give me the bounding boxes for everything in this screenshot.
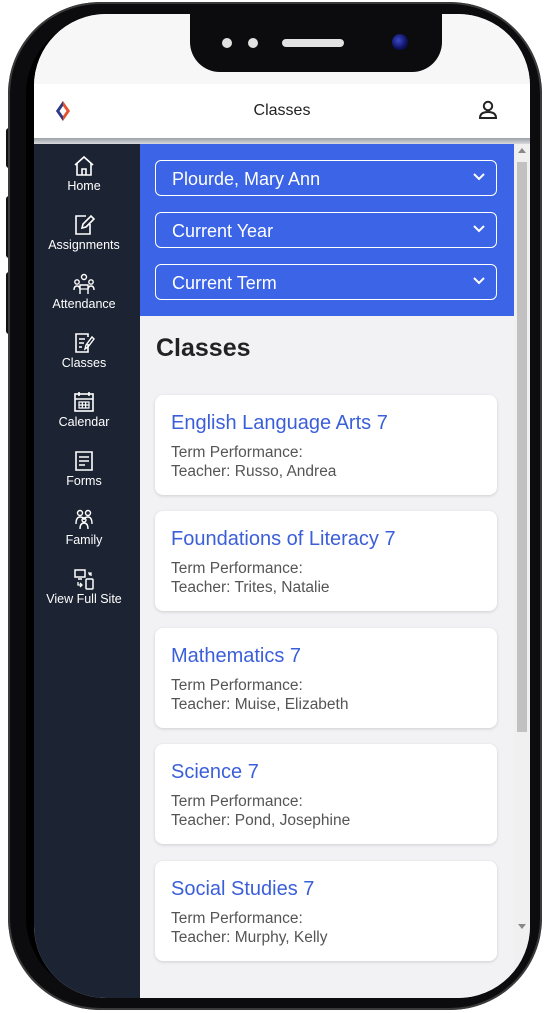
sidebar-item-attendance[interactable]: Attendance <box>34 272 134 311</box>
sidebar-item-forms[interactable]: Forms <box>34 449 134 488</box>
teacher-name: Teacher: Muise, Elizabeth <box>171 696 349 713</box>
class-title-link[interactable]: Social Studies 7 <box>171 878 314 901</box>
main-content: Plourde, Mary Ann Current Year Current T… <box>140 144 514 998</box>
sensor-dot <box>248 38 258 48</box>
notes-icon <box>75 333 95 353</box>
devices-icon <box>74 569 94 590</box>
term-performance: Term Performance: <box>171 560 303 577</box>
sidebar-item-assignments[interactable]: Assignments <box>34 213 134 252</box>
term-performance: Term Performance: <box>171 910 303 927</box>
term-select-value: Current Term <box>172 273 277 293</box>
sidebar-item-label: Assignments <box>48 238 120 252</box>
term-performance: Term Performance: <box>171 677 303 694</box>
forms-icon <box>75 451 93 471</box>
sidebar-item-label: Family <box>65 533 103 547</box>
chevron-down-icon <box>473 277 485 285</box>
notch <box>190 14 442 72</box>
class-title-link[interactable]: English Language Arts 7 <box>171 412 388 435</box>
screen: Classes Home Assignments Attendance Clas… <box>34 14 530 998</box>
scrollbar-thumb[interactable] <box>517 162 527 732</box>
student-select-value: Plourde, Mary Ann <box>172 169 321 189</box>
page-title: Classes <box>253 102 311 119</box>
class-title-link[interactable]: Foundations of Literacy 7 <box>171 528 396 551</box>
sidebar-item-label: Home <box>67 179 101 193</box>
chevron-down-icon <box>473 173 485 181</box>
sidebar-item-calendar[interactable]: Calendar <box>34 390 134 429</box>
user-account-icon[interactable] <box>478 99 498 121</box>
class-card[interactable]: English Language Arts 7 Term Performance… <box>155 395 497 495</box>
class-title-link[interactable]: Science 7 <box>171 761 259 784</box>
section-heading: Classes <box>156 334 251 362</box>
speaker-grille <box>282 39 344 47</box>
sidebar-item-label: View Full Site <box>46 592 122 606</box>
class-card[interactable]: Mathematics 7 Term Performance: Teacher:… <box>155 628 497 728</box>
sidebar-item-family[interactable]: Family <box>34 508 134 547</box>
term-performance: Term Performance: <box>171 793 303 810</box>
teacher-name: Teacher: Trites, Natalie <box>171 579 330 596</box>
sidebar-item-label: Forms <box>66 474 102 488</box>
teacher-name: Teacher: Murphy, Kelly <box>171 929 328 946</box>
chevron-down-icon <box>473 225 485 233</box>
year-select[interactable]: Current Year <box>155 212 497 248</box>
sidebar-item-home[interactable]: Home <box>34 154 134 193</box>
filter-panel: Plourde, Mary Ann Current Year Current T… <box>140 144 514 316</box>
student-select[interactable]: Plourde, Mary Ann <box>155 160 497 196</box>
sensor-dot <box>222 38 232 48</box>
sidebar-item-label: Attendance <box>52 297 116 311</box>
teacher-name: Teacher: Pond, Josephine <box>171 812 351 829</box>
camera <box>392 34 408 50</box>
edit-icon <box>75 214 96 235</box>
group-icon <box>73 273 95 294</box>
class-card[interactable]: Science 7 Term Performance: Teacher: Pon… <box>155 744 497 844</box>
sidebar-nav: Home Assignments Attendance Classes Cale… <box>34 144 140 998</box>
scroll-down-arrow-icon[interactable] <box>518 924 526 929</box>
family-icon <box>75 509 93 530</box>
sidebar-item-label: Classes <box>61 356 107 370</box>
sidebar-item-label: Calendar <box>58 415 110 429</box>
calendar-icon <box>74 392 94 412</box>
year-select-value: Current Year <box>172 221 274 241</box>
term-select[interactable]: Current Term <box>155 264 497 300</box>
scroll-up-arrow-icon[interactable] <box>518 148 526 153</box>
term-performance: Term Performance: <box>171 444 303 461</box>
teacher-name: Teacher: Russo, Andrea <box>171 463 337 480</box>
sidebar-item-classes[interactable]: Classes <box>34 331 134 370</box>
class-card[interactable]: Foundations of Literacy 7 Term Performan… <box>155 511 497 611</box>
top-app-bar: Classes <box>34 84 530 139</box>
class-card[interactable]: Social Studies 7 Term Performance: Teach… <box>155 861 497 961</box>
sidebar-item-view-full-site[interactable]: View Full Site <box>34 567 134 606</box>
class-title-link[interactable]: Mathematics 7 <box>171 645 301 668</box>
home-icon <box>74 155 94 176</box>
vertical-scrollbar[interactable] <box>514 144 530 998</box>
